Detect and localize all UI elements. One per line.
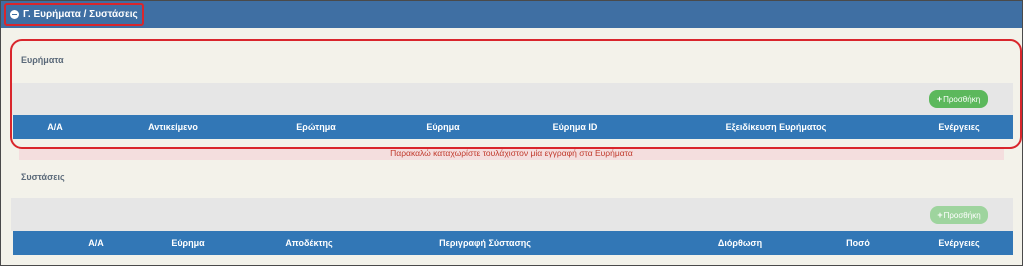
plus-icon: + [936,93,943,104]
column-header-finding-specialization[interactable]: Εξειδίκευση Ευρήματος [726,115,827,139]
add-finding-button[interactable]: + Προσθήκη [929,90,988,108]
findings-table-header: Α/Α Αντικείμενο Ερώτημα Εύρημα Εύρημα ID… [13,115,1013,139]
column-header-finding[interactable]: Εύρημα [426,115,459,139]
add-recommendation-button[interactable]: + Προσθήκη [930,206,988,224]
column-header-actions[interactable]: Ενέργειες [938,231,979,255]
column-header-question[interactable]: Ερώτημα [296,115,335,139]
findings-section-label: Ευρήματα [21,55,64,65]
column-header-aa[interactable]: Α/Α [88,231,104,255]
column-header-amount[interactable]: Ποσό [846,231,870,255]
panel-header: Γ. Ευρήματα / Συστάσεις [1,1,1022,28]
column-header-object[interactable]: Αντικείμενο [148,115,198,139]
plus-icon: + [937,209,943,220]
panel-title: Γ. Ευρήματα / Συστάσεις [23,9,138,20]
recommendations-toolbar [11,198,1013,231]
column-header-recommendation-description[interactable]: Περιγραφή Σύστασης [439,231,531,255]
column-header-aa[interactable]: Α/Α [47,115,63,139]
column-header-recipient[interactable]: Αποδέκτης [285,231,332,255]
column-header-actions[interactable]: Ενέργειες [938,115,979,139]
findings-toolbar [11,83,1013,115]
recommendations-section-label: Συστάσεις [21,172,65,182]
column-header-finding-id[interactable]: Εύρημα ID [553,115,598,139]
findings-recommendations-panel: Γ. Ευρήματα / Συστάσεις Ευρήματα + Προσθ… [0,0,1023,266]
add-finding-label: Προσθήκη [943,94,981,104]
collapse-icon[interactable] [10,10,19,19]
add-recommendation-label: Προσθήκη [943,210,981,220]
findings-validation-message: Παρακαλώ καταχωρίστε τουλάχιστον μία εγγ… [19,147,1004,160]
recommendations-table-header: Α/Α Εύρημα Αποδέκτης Περιγραφή Σύστασης … [13,231,1013,255]
column-header-finding[interactable]: Εύρημα [171,231,204,255]
column-header-correction[interactable]: Διόρθωση [718,231,762,255]
panel-toggle[interactable]: Γ. Ευρήματα / Συστάσεις [4,3,144,26]
